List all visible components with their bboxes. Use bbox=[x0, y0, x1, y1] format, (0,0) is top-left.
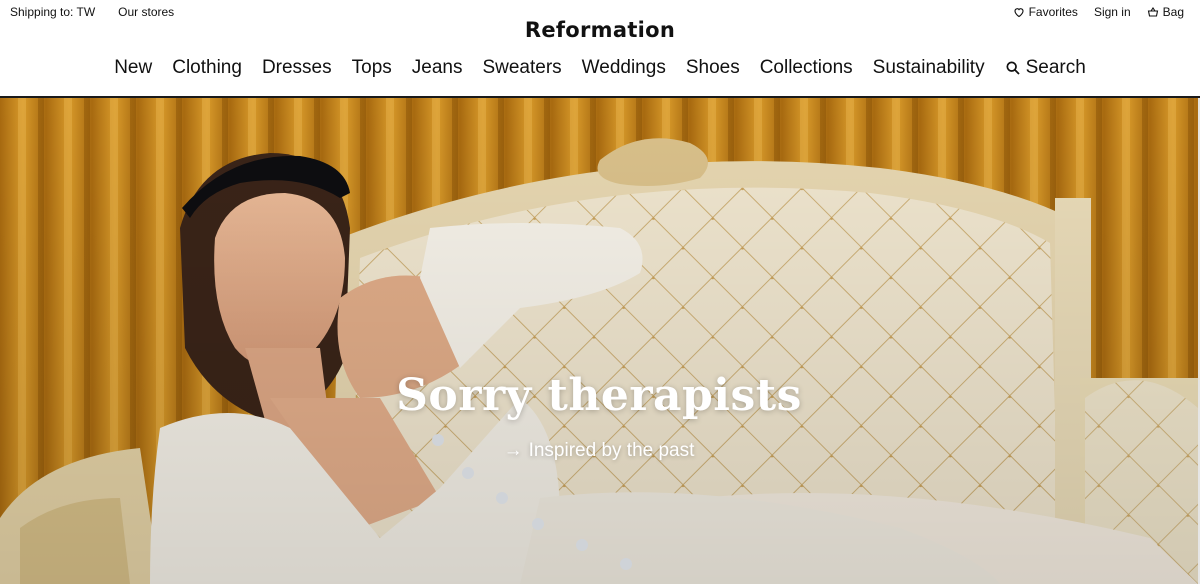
utility-right: Favorites Sign in Bag bbox=[1013, 5, 1184, 19]
bag-icon bbox=[1147, 6, 1159, 18]
nav-item-weddings[interactable]: Weddings bbox=[582, 54, 666, 82]
nav-item-new[interactable]: New bbox=[114, 54, 152, 82]
heart-icon bbox=[1013, 6, 1025, 18]
shipping-selector[interactable]: Shipping to: TW bbox=[10, 5, 95, 19]
nav-item-dresses[interactable]: Dresses bbox=[262, 54, 332, 82]
hero-image bbox=[0, 98, 1198, 584]
search-icon bbox=[1005, 60, 1021, 76]
nav-item-sustainability[interactable]: Sustainability bbox=[873, 54, 985, 82]
sign-in-link[interactable]: Sign in bbox=[1094, 5, 1131, 19]
nav-item-clothing[interactable]: Clothing bbox=[172, 54, 242, 82]
hero-cta-link[interactable]: → Inspired by the past bbox=[0, 440, 1198, 462]
brand-logo[interactable]: Reformation bbox=[0, 18, 1200, 42]
main-nav: New Clothing Dresses Tops Jeans Sweaters… bbox=[0, 54, 1200, 82]
hero-cta-label: Inspired by the past bbox=[528, 440, 695, 461]
favorites-label: Favorites bbox=[1028, 5, 1078, 19]
search-label: Search bbox=[1025, 57, 1086, 78]
favorites-link[interactable]: Favorites bbox=[1013, 5, 1078, 19]
bag-link[interactable]: Bag bbox=[1147, 5, 1184, 19]
nav-item-sweaters[interactable]: Sweaters bbox=[482, 54, 561, 82]
nav-search[interactable]: Search bbox=[1005, 54, 1086, 82]
arrow-right-icon: → bbox=[503, 440, 523, 461]
nav-item-jeans[interactable]: Jeans bbox=[412, 54, 463, 82]
nav-item-shoes[interactable]: Shoes bbox=[686, 54, 740, 82]
hero-title: Sorry therapists bbox=[396, 370, 802, 421]
nav-item-tops[interactable]: Tops bbox=[352, 54, 392, 82]
utility-left: Shipping to: TW Our stores bbox=[10, 5, 174, 19]
bag-label: Bag bbox=[1162, 5, 1184, 19]
nav-item-collections[interactable]: Collections bbox=[760, 54, 853, 82]
hero-banner[interactable]: Sorry therapists → Inspired by the past bbox=[0, 98, 1198, 584]
our-stores-link[interactable]: Our stores bbox=[118, 5, 174, 19]
